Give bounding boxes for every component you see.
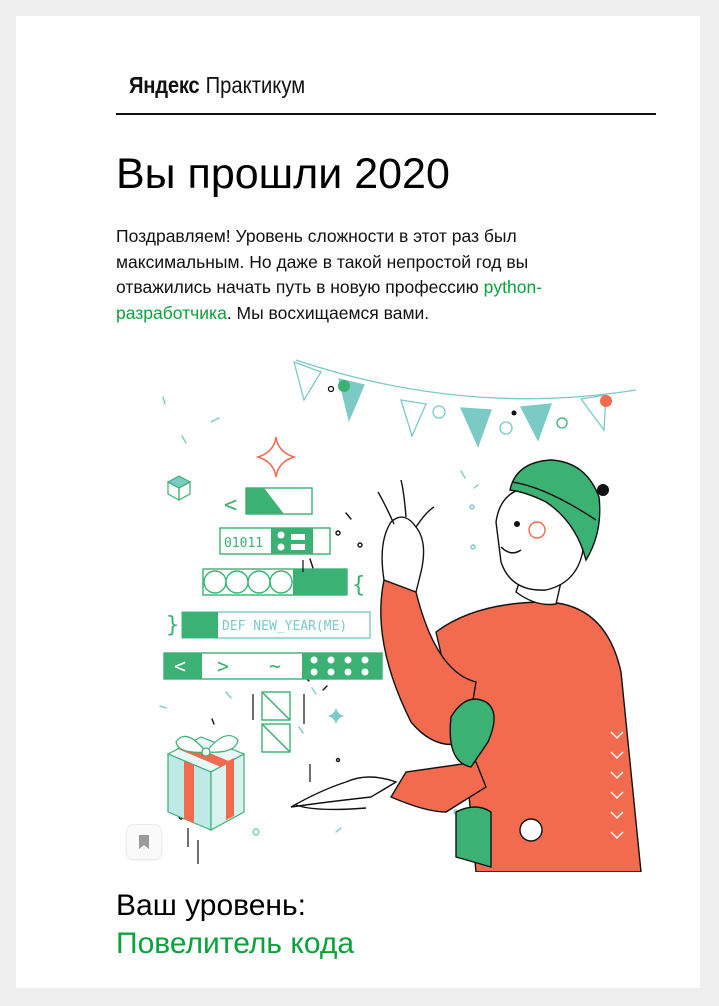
logo-brand: Яндекс [129, 72, 200, 98]
code-tree: < 01011 { } DEF NEW_YEAR(ME) < > ~ [163, 487, 383, 753]
header-divider [116, 113, 656, 115]
email-card: Яндекс Практикум Вы прошли 2020 Поздравл… [16, 16, 700, 988]
new-year-illustration: < 01011 { } DEF NEW_YEAR(ME) < > ~ [159, 359, 642, 872]
code-right-brace: { [352, 573, 365, 598]
lead-text-start: Поздравляем! Уровень сложности в этот ра… [116, 226, 529, 297]
gift-box-icon [166, 734, 246, 864]
lead-text-end: . Мы восхищаемся вами. [226, 302, 430, 323]
cube-icon [166, 475, 192, 502]
congratulation-text: Поздравляем! Уровень сложности в этот ра… [116, 224, 616, 326]
page-title: Вы прошли 2020 [116, 150, 450, 198]
code-left-brace: } [166, 613, 179, 638]
level-value: Повелитель кода [116, 927, 355, 960]
bookmark-button[interactable] [126, 824, 162, 860]
code-binary: 01011 [224, 536, 263, 551]
yandex-practicum-logo[interactable]: Яндекс Практикум [129, 74, 305, 97]
star-icon [255, 436, 297, 478]
code-def: DEF NEW_YEAR(ME) [222, 619, 347, 634]
logo-product: Практикум [205, 72, 306, 98]
garland [293, 359, 637, 448]
code-tilde: ~ [269, 654, 281, 678]
small-star-icon [328, 707, 344, 725]
level-label: Ваш уровень: [116, 889, 306, 922]
code-gt: > [217, 654, 229, 678]
code-lt-2: < [174, 654, 186, 678]
code-lt: < [224, 493, 237, 518]
bookmark-icon [139, 835, 149, 849]
